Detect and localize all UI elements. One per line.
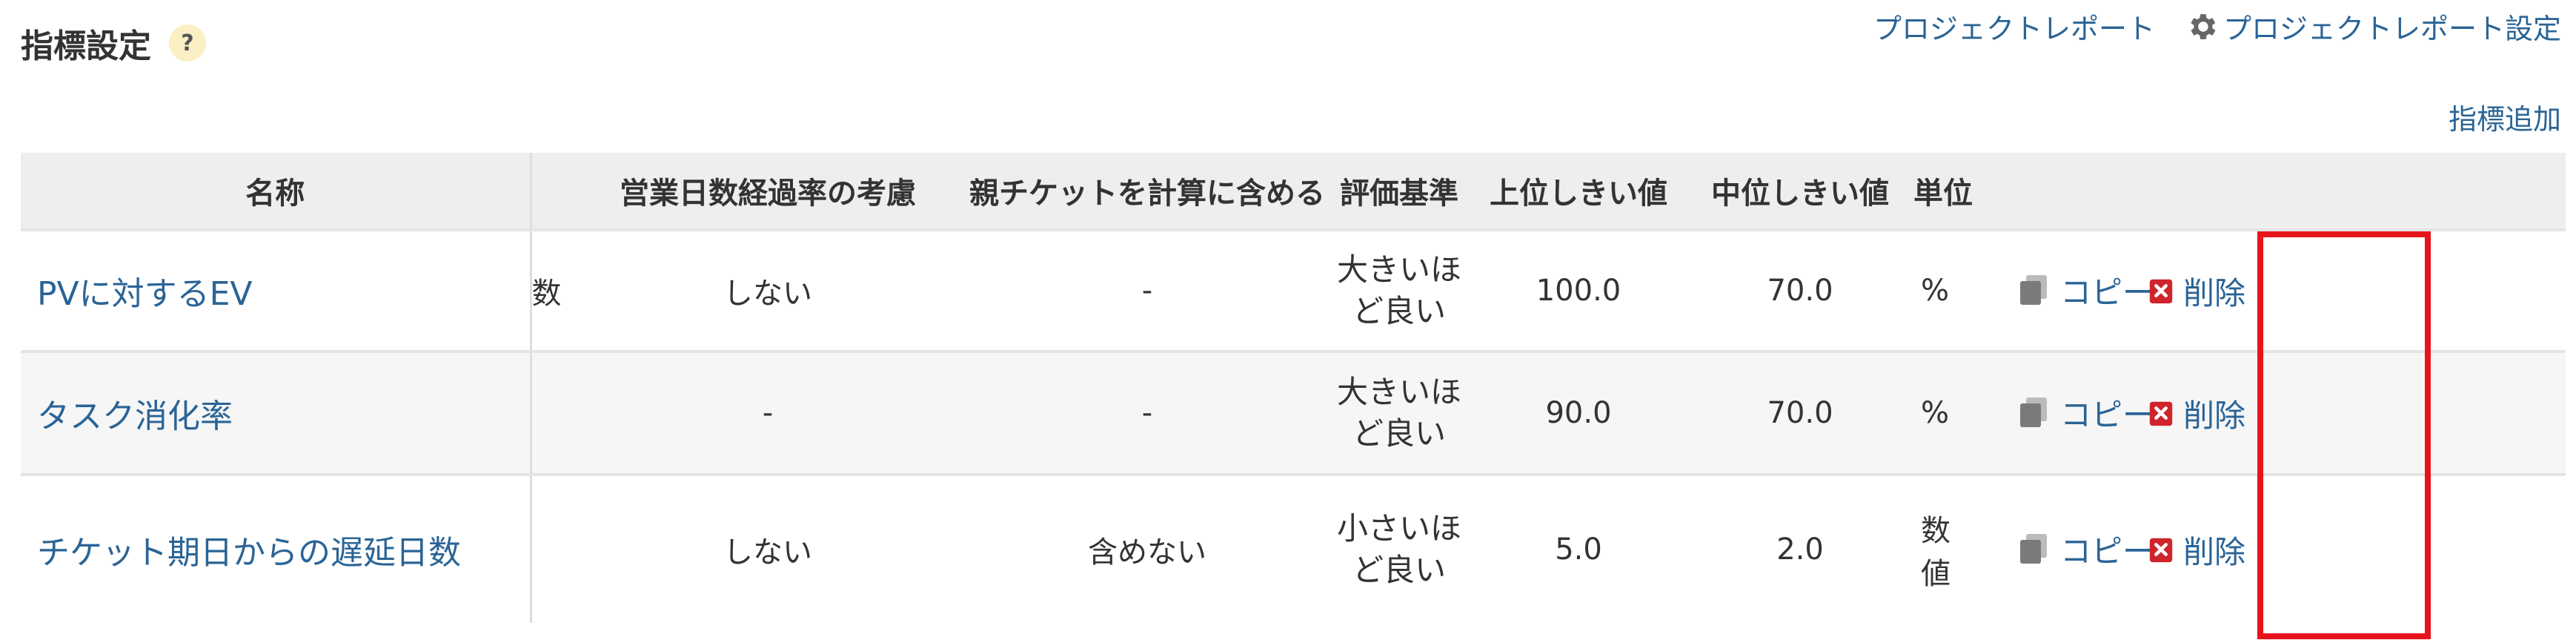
criteria-cell: 大きいほ ど良い — [1334, 350, 1464, 475]
copy-icon — [2020, 275, 2047, 306]
copy-label: コピー — [2060, 274, 2154, 311]
middle-threshold-cell: 70.0 — [1693, 350, 1908, 475]
upper-threshold-cell: 100.0 — [1464, 228, 1693, 352]
column-header-name: 名称 — [21, 153, 532, 230]
delete-icon — [2149, 401, 2173, 426]
delete-label: 削除 — [2183, 397, 2246, 434]
truncated-cell: 数 — [531, 228, 575, 352]
table-row: PVに対するEV 数 しない - 大きいほど良い 100.0 70.0 % コピ… — [21, 228, 2566, 352]
copy-icon — [2020, 397, 2047, 428]
copy-label: コピー — [2060, 532, 2154, 570]
upper-threshold-cell: 90.0 — [1464, 350, 1693, 475]
copy-cell: コピー — [1979, 473, 2154, 623]
copy-button[interactable]: コピー — [2019, 268, 2154, 313]
add-metric-link[interactable]: 指標追加 — [2449, 96, 2561, 137]
column-header-business-days: 営業日数経過率の考慮 — [575, 153, 960, 230]
criteria-line-2: ど良い — [1352, 415, 1446, 452]
column-header-upper-threshold: 上位しきい値 — [1464, 153, 1693, 230]
page-title-text: 指標設定 — [21, 27, 151, 65]
criteria-line-1: 大きいほ — [1336, 251, 1461, 288]
delete-icon — [2149, 279, 2173, 304]
column-header-blank — [531, 153, 575, 230]
criteria-line-2: ど良い — [1352, 293, 1446, 329]
truncated-cell — [531, 350, 575, 475]
criteria-line-2: ど良い — [1352, 552, 1446, 588]
parent-ticket-cell: - — [960, 350, 1334, 475]
name-cell: タスク消化率 — [21, 350, 532, 475]
criteria-line-1: 小さいほ — [1336, 510, 1461, 547]
parent-ticket-cell: 含めない — [960, 473, 1334, 623]
page: 指標設定 ? プロジェクトレポート プロジェクトレポート設定 指標追加 名称 営… — [0, 0, 2576, 640]
delete-button[interactable]: 削除 — [2148, 527, 2245, 573]
top-links: プロジェクトレポート プロジェクトレポート設定 — [1873, 6, 2561, 47]
delete-button[interactable]: 削除 — [2148, 391, 2245, 436]
table-row: チケット期日からの遅延日数 しない 含めない 小さいほど良い 5.0 2.0 数… — [21, 473, 2566, 623]
upper-threshold-cell: 5.0 — [1464, 473, 1693, 623]
copy-cell: コピー — [1979, 350, 2154, 475]
criteria-cell: 大きいほ ど良い — [1334, 228, 1464, 352]
metric-name-link[interactable]: PVに対するEV — [37, 275, 253, 313]
page-title: 指標設定 ? — [21, 19, 206, 67]
question-icon[interactable]: ? — [169, 24, 206, 62]
business-days-cell: しない — [575, 473, 960, 623]
unit-cell: 数値 — [1908, 473, 1979, 623]
metric-name-link[interactable]: チケット期日からの遅延日数 — [37, 534, 461, 572]
gear-icon — [2191, 13, 2216, 39]
delete-button[interactable]: 削除 — [2148, 268, 2245, 314]
parent-ticket-cell: - — [960, 228, 1334, 352]
highlight-box — [2257, 231, 2431, 639]
copy-label: コピー — [2060, 396, 2154, 433]
criteria-line-1: 大きいほ — [1336, 374, 1461, 410]
copy-cell: コピー — [1979, 228, 2154, 352]
table-header-row: 名称 営業日数経過率の考慮 親チケットを計算に含める 評価基準 上位しきい値 中… — [21, 153, 2566, 230]
name-cell: チケット期日からの遅延日数 — [21, 473, 532, 623]
column-header-criteria: 評価基準 — [1334, 153, 1464, 230]
metrics-table: 名称 営業日数経過率の考慮 親チケットを計算に含める 評価基準 上位しきい値 中… — [21, 153, 2566, 623]
copy-button[interactable]: コピー — [2019, 527, 2154, 572]
middle-threshold-cell: 2.0 — [1693, 473, 1908, 623]
name-cell: PVに対するEV — [21, 228, 532, 352]
project-report-link[interactable]: プロジェクトレポート — [1873, 6, 2155, 47]
column-header-parent-ticket: 親チケットを計算に含める — [960, 153, 1334, 230]
delete-label: 削除 — [2183, 274, 2246, 311]
column-header-copy — [1979, 153, 2145, 230]
delete-label: 削除 — [2183, 533, 2246, 570]
unit-cell: % — [1908, 350, 1979, 475]
column-header-delete — [2145, 153, 2566, 230]
criteria-cell: 小さいほ ど良い — [1334, 473, 1464, 623]
copy-button[interactable]: コピー — [2019, 390, 2154, 435]
table-row: タスク消化率 - - 大きいほ ど良い 90.0 70.0 % コピー 削除 — [21, 350, 2566, 475]
business-days-cell: - — [575, 350, 960, 475]
metric-name-link[interactable]: タスク消化率 — [37, 397, 233, 435]
truncated-cell — [531, 473, 575, 623]
column-header-unit: 単位 — [1908, 153, 1979, 230]
delete-icon — [2149, 538, 2173, 563]
project-report-settings-link[interactable]: プロジェクトレポート設定 — [2223, 6, 2561, 47]
unit-cell: % — [1908, 228, 1979, 352]
middle-threshold-cell: 70.0 — [1693, 228, 1908, 352]
column-header-middle-threshold: 中位しきい値 — [1693, 153, 1908, 230]
business-days-cell: しない — [575, 228, 960, 352]
copy-icon — [2020, 534, 2047, 564]
